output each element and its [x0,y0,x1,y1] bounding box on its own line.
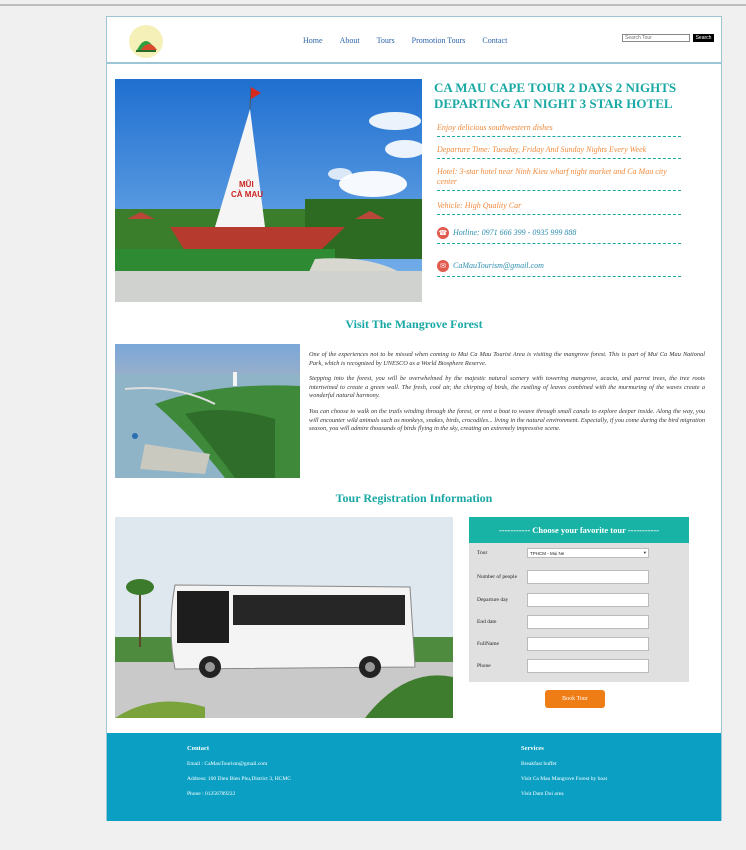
tour-label: Tour [477,550,488,556]
email-text: CaMauTourism@gmail.com [453,261,544,270]
fullname-input[interactable] [527,637,649,651]
departure-label: Departure day [477,597,509,603]
people-label: Number of people [477,574,518,580]
end-date-row: End date [477,615,649,629]
mangrove-forest-image [115,344,300,478]
hotline-text: Hotline: 0971 666 399 - 0935 999 888 [453,228,577,237]
site-header: Home About Tours Promotion Tours Contact… [107,17,721,64]
tour-detail-hotel: Hotel: 3-star hotel near Ninh Kieu wharf… [437,167,681,191]
tour-detail-dishes: Enjoy delicious southwestern dishes [437,123,681,137]
fullname-label: FullName [477,641,499,647]
search-button[interactable]: Search [693,34,714,42]
registration-section-title: Tour Registration Information [335,491,493,505]
bus-illustration [115,517,453,718]
footer-contact-column: Contact Email : CaMauTourism@gmail.com A… [187,745,291,806]
people-input[interactable] [527,570,649,584]
form-title: ----------- Choose your favorite tour --… [469,517,689,543]
footer-address: Address: 100 Dien Bien Phu,District 3, H… [187,776,291,782]
tour-detail-departure: Departure Time: Tuesday, Friday And Sund… [437,145,681,159]
chevron-down-icon: ▾ [643,550,646,555]
logo-icon [136,40,157,52]
tour-select-row: Tour TPHCM - Mui Ne ▾ [477,548,649,558]
browser-top-line [0,4,746,6]
end-date-input[interactable] [527,615,649,629]
site-logo[interactable] [129,25,163,58]
nav-about[interactable]: About [340,36,360,45]
tour-title: CA MAU CAPE TOUR 2 DAYS 2 NIGHTS DEPARTI… [434,80,677,111]
tour-select-value: TPHCM - Mui Ne [530,550,565,556]
mangrove-section-title: Visit The Mangrove Forest [345,317,483,331]
footer-service-item[interactable]: Visit Dam Doi area [521,791,607,797]
departure-input[interactable] [527,593,649,607]
nav-promotion-tours[interactable]: Promotion Tours [412,36,466,45]
departure-row: Departure day [477,593,649,607]
email-row[interactable]: ✉ CaMauTourism@gmail.com [437,260,681,277]
tour-bus-image [115,517,453,718]
footer-contact-title: Contact [187,745,210,752]
footer-service-item[interactable]: Breakfast buffet [521,761,607,767]
mangrove-paragraph: One of the experiences not to be missed … [309,351,705,367]
ca-mau-monument-illustration: MŨI CÀ MAU [115,79,422,302]
mangrove-description: One of the experiences not to be missed … [309,351,705,441]
svg-text:MŨI: MŨI [239,180,254,189]
nav-home[interactable]: Home [303,36,323,45]
end-date-label: End date [477,619,497,625]
page-container: Home About Tours Promotion Tours Contact… [106,16,722,821]
footer-phone: Phone : 01256789222 [187,791,236,797]
nav-tours[interactable]: Tours [377,36,395,45]
people-row: Number of people [477,570,649,584]
mangrove-paragraph: You can choose to walk on the trails win… [309,407,705,433]
main-nav: Home About Tours Promotion Tours Contact [303,36,524,45]
tour-registration-form: ----------- Choose your favorite tour --… [469,517,689,682]
mangrove-aerial-illustration [115,344,300,478]
phone-icon: ☎ [437,227,449,239]
tour-select[interactable]: TPHCM - Mui Ne ▾ [527,548,649,558]
footer-services-column: Services Breakfast buffet Visit Ca Mau M… [521,745,607,806]
tour-detail-vehicle: Vehicle: High Quality Car [437,201,681,215]
footer-services-title: Services [521,745,544,752]
footer-email[interactable]: Email : CaMauTourism@gmail.com [187,761,291,767]
nav-contact[interactable]: Contact [482,36,507,45]
fullname-row: FullName [477,637,649,651]
phone-input[interactable] [527,659,649,673]
book-tour-button[interactable]: Book Tour [545,690,605,708]
mangrove-paragraph: Stepping into the forest, you will be ov… [309,375,705,400]
search-bar: Search [622,34,714,42]
mail-icon: ✉ [437,260,449,272]
ca-mau-cape-image: MŨI CÀ MAU [115,79,422,302]
phone-label: Phone [477,663,491,669]
footer-service-item[interactable]: Visit Ca Mau Mangrove Forest by boat [521,776,607,782]
hotline-row[interactable]: ☎ Hotline: 0971 666 399 - 0935 999 888 [437,227,681,244]
svg-text:CÀ MAU: CÀ MAU [231,190,263,199]
phone-row: Phone [477,659,649,673]
search-input[interactable] [622,34,690,42]
site-footer: Contact Email : CaMauTourism@gmail.com A… [107,733,721,821]
